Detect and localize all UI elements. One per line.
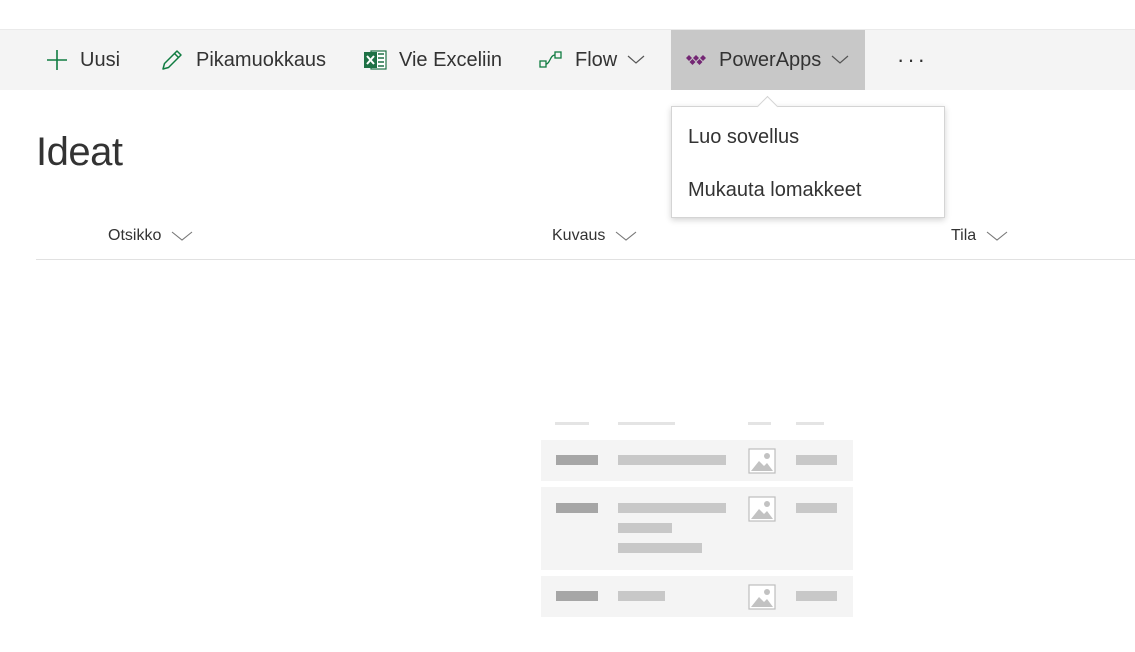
column-header-label: Tila [951,227,977,244]
menu-item-customize-forms[interactable]: Mukauta lomakkeet [688,179,861,202]
export-excel-button-label: Vie Exceliin [399,48,503,71]
new-button-label: Uusi [80,48,121,71]
flow-button[interactable]: Flow [539,30,645,90]
placeholder-row [541,487,853,570]
flow-button-label: Flow [575,48,618,71]
placeholder-bar [618,523,672,533]
placeholder-dash [555,422,589,425]
image-placeholder-icon [748,584,776,610]
placeholder-row [541,440,853,481]
placeholder-bar [618,503,726,513]
header-divider [36,259,1135,260]
menu-item-create-app[interactable]: Luo sovellus [688,126,799,149]
placeholder-bar [556,591,598,601]
placeholder-bar [796,503,837,513]
dropdown-beak [756,95,779,118]
powerapps-button[interactable]: PowerApps [671,30,865,90]
placeholder-bar [556,455,598,465]
column-header-tila[interactable]: Tila [951,222,1008,250]
column-header-label: Kuvaus [552,227,606,244]
image-placeholder-icon [748,496,776,522]
placeholder-bar [796,455,837,465]
placeholder-dash [618,422,675,425]
suite-header-strip [0,0,1135,30]
chevron-down-icon [615,230,637,242]
powerapps-button-label: PowerApps [719,48,822,71]
column-header-kuvaus[interactable]: Kuvaus [552,222,637,250]
placeholder-bar [618,455,726,465]
new-button[interactable]: Uusi [46,30,120,90]
column-header-otsikko[interactable]: Otsikko [108,222,193,250]
excel-icon [363,49,387,71]
powerapps-icon [685,53,707,67]
placeholder-bar [796,591,837,601]
powerapps-dropdown-menu: Luo sovellus Mukauta lomakkeet [671,95,945,218]
more-options-icon: ··· [897,47,928,72]
chevron-down-icon [171,230,193,242]
export-excel-button[interactable]: Vie Exceliin [363,30,502,90]
quick-edit-button[interactable]: Pikamuokkaus [160,30,326,90]
chevron-down-icon [831,54,849,66]
placeholder-bar [618,543,702,553]
quick-edit-button-label: Pikamuokkaus [196,48,327,71]
command-bar: Uusi Pikamuokkaus Vie Exceliin Flow Powe… [0,30,1135,90]
chevron-down-icon [986,230,1008,242]
placeholder-row [541,576,853,617]
flow-icon [539,49,563,71]
placeholder-bar [618,591,665,601]
chevron-down-icon [627,54,645,66]
placeholder-bar [556,503,598,513]
placeholder-dash [796,422,824,425]
image-placeholder-icon [748,448,776,474]
pencil-icon [160,48,184,72]
plus-icon [46,49,68,71]
column-header-label: Otsikko [108,227,162,244]
placeholder-dash [748,422,771,425]
page-title: Ideat [36,130,123,174]
more-options-button[interactable]: ··· [897,30,928,90]
